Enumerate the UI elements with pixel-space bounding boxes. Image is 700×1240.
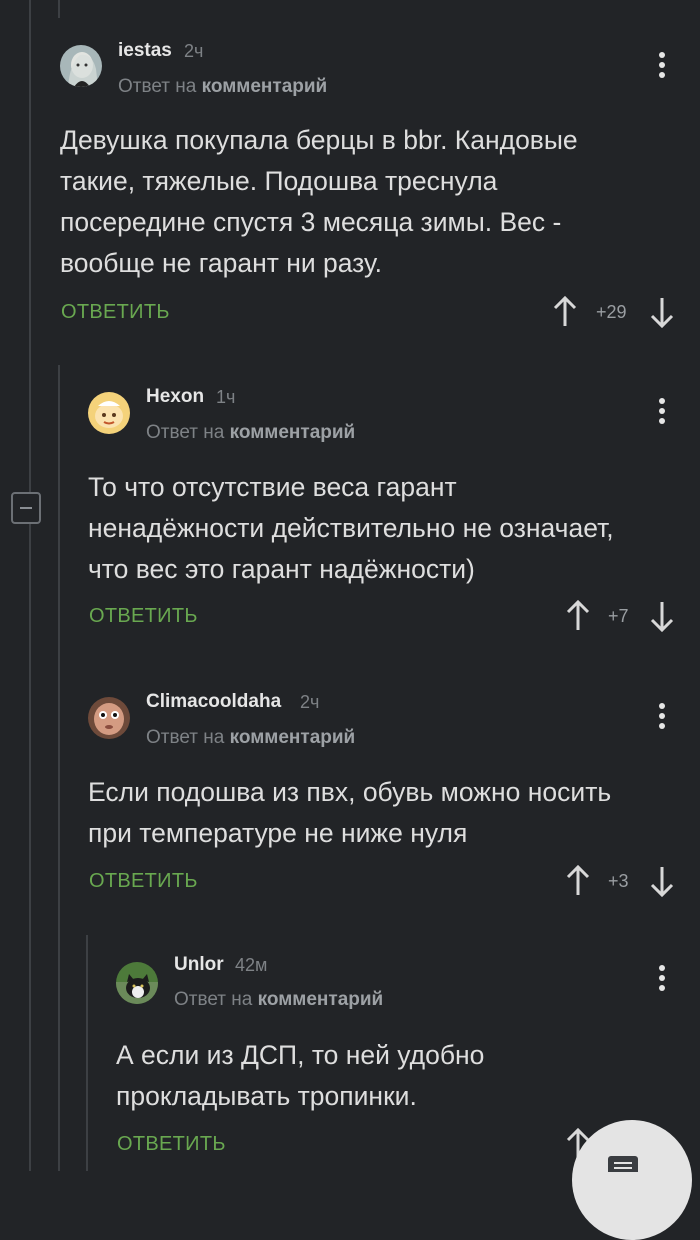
reply-to-link[interactable]: Ответ на комментарий [146, 727, 355, 749]
reply-button[interactable]: ОТВЕТИТЬ [117, 1133, 226, 1156]
comment-hexon: Hexon 1ч Ответ на комментарий То что отс… [0, 365, 700, 645]
reply-to-prefix: Ответ на [146, 422, 225, 443]
comment-body: Девушка покупала берцы в bbr. Кандовые т… [60, 120, 578, 284]
comment-score: +7 [608, 606, 629, 626]
reply-to-link[interactable]: Ответ на комментарий [118, 76, 327, 98]
avatar[interactable] [116, 962, 158, 1004]
comment-line: Если подошва из пвх, обувь можно носить [88, 777, 612, 807]
avatar[interactable] [60, 45, 102, 87]
comment-line: То что отсутствие веса гарант [88, 472, 457, 502]
reply-to-target[interactable]: комментарий [258, 989, 384, 1010]
more-options-icon[interactable] [658, 703, 666, 733]
downvote-arrow-icon[interactable] [649, 865, 675, 897]
comment-body: А если из ДСП, то ней удобно прокладыват… [116, 1035, 484, 1117]
comment-time: 42м [235, 955, 268, 975]
comments-fab-button[interactable] [572, 1120, 692, 1240]
comment-author[interactable]: Unlor [174, 954, 224, 976]
comment-line: что вес это гарант надёжности) [88, 554, 475, 584]
comment-author[interactable]: iestas [118, 40, 172, 62]
comment-author[interactable]: Hexon [146, 386, 204, 408]
comment-time: 2ч [184, 41, 204, 61]
comment-line: такие, тяжелые. Подошва треснула [60, 166, 498, 196]
comment-author[interactable]: Climacooldaha [146, 691, 281, 713]
more-options-icon[interactable] [658, 398, 666, 428]
comment-time: 2ч [300, 692, 320, 712]
reply-to-target[interactable]: комментарий [230, 422, 356, 443]
comment-time: 1ч [216, 387, 236, 407]
comment-score: +29 [596, 302, 627, 322]
reply-to-target[interactable]: комментарий [202, 76, 328, 97]
comment-score: +3 [608, 871, 629, 891]
reply-to-link[interactable]: Ответ на комментарий [174, 989, 383, 1011]
reply-button[interactable]: ОТВЕТИТЬ [89, 605, 198, 628]
reply-to-prefix: Ответ на [174, 989, 253, 1010]
comments-icon [608, 1156, 638, 1172]
comment-body: Если подошва из пвх, обувь можно носить … [88, 772, 611, 854]
reply-to-target[interactable]: комментарий [230, 727, 356, 748]
upvote-arrow-icon[interactable] [552, 296, 578, 328]
comment-line: А если из ДСП, то ней удобно [116, 1040, 485, 1070]
comment-body: То что отсутствие веса гарант ненадёжнос… [88, 467, 614, 590]
comment-line: посередине спустя 3 месяца зимы. Вес - [60, 207, 562, 237]
upvote-arrow-icon[interactable] [565, 600, 591, 632]
comment-iestas: iestas 2ч Ответ на комментарий Девушка п… [0, 0, 700, 340]
more-options-icon[interactable] [658, 52, 666, 82]
downvote-arrow-icon[interactable] [649, 296, 675, 328]
comment-line: при температуре не ниже нуля [88, 818, 468, 848]
comment-line: Девушка покупала берцы в bbr. Кандовые [60, 125, 578, 155]
comment-line: прокладывать тропинки. [116, 1081, 417, 1111]
reply-to-prefix: Ответ на [118, 76, 197, 97]
comment-line: ненадёжности действительно не означает, [88, 513, 614, 543]
reply-button[interactable]: ОТВЕТИТЬ [89, 870, 198, 893]
reply-button[interactable]: ОТВЕТИТЬ [61, 301, 170, 324]
reply-to-prefix: Ответ на [146, 727, 225, 748]
comment-line: вообще не гарант ни разу. [60, 248, 382, 278]
more-options-icon[interactable] [658, 965, 666, 995]
comment-climacooldaha: Climacooldaha 2ч Ответ на комментарий Ес… [0, 670, 700, 910]
upvote-arrow-icon[interactable] [565, 865, 591, 897]
avatar[interactable] [88, 392, 130, 434]
avatar[interactable] [88, 697, 130, 739]
downvote-arrow-icon[interactable] [649, 600, 675, 632]
reply-to-link[interactable]: Ответ на комментарий [146, 422, 355, 444]
